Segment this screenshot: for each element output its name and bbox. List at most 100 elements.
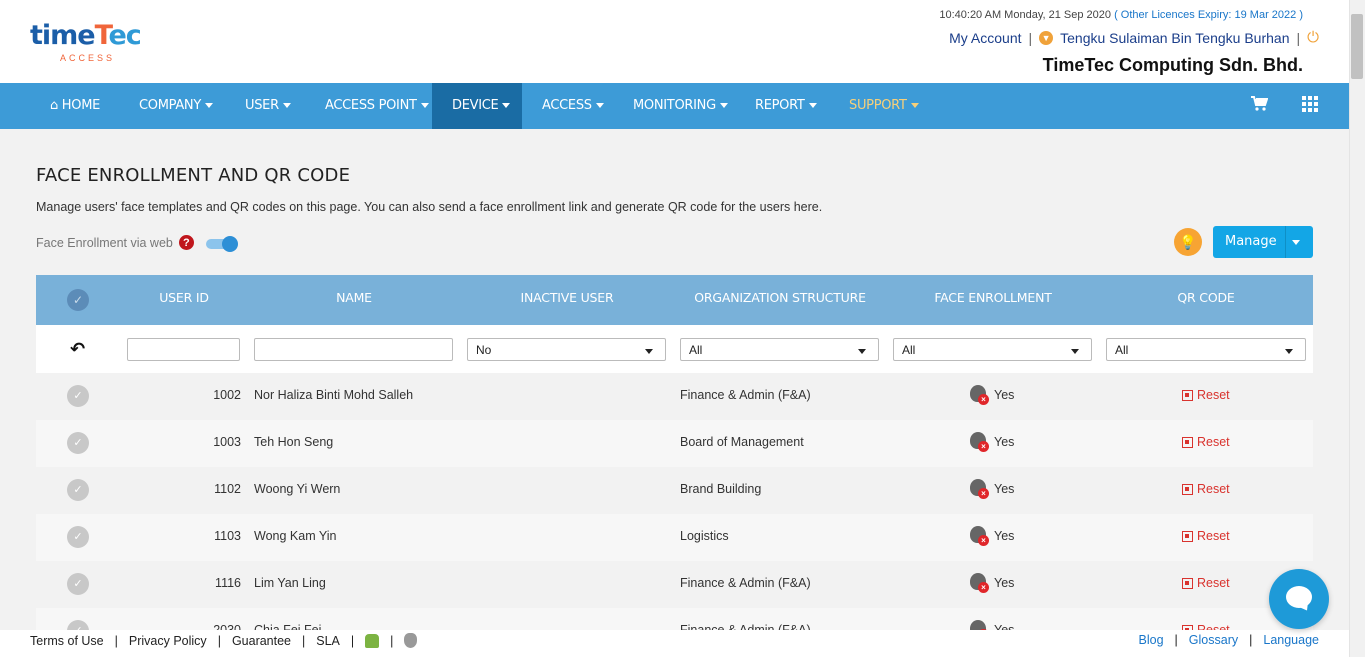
column-header-inactive-user[interactable]: INACTIVE USER — [467, 275, 667, 325]
user-badge-icon: ▼ — [1039, 30, 1054, 45]
user-id-filter-input[interactable] — [127, 338, 240, 361]
help-icon[interactable]: ? — [178, 235, 194, 250]
name-cell: Lim Yan Ling — [254, 576, 326, 590]
page-description: Manage users' face templates and QR code… — [36, 200, 823, 214]
chevron-down-icon — [719, 103, 728, 108]
company-name: TimeTec Computing Sdn. Bhd. — [1042, 55, 1303, 75]
nav-device[interactable]: DEVICE — [432, 83, 522, 129]
sla-link[interactable]: SLA — [316, 634, 340, 648]
qr-code-icon — [1182, 577, 1193, 589]
face-enrollment-cell[interactable]: ×Yes — [970, 432, 1014, 452]
privacy-policy-link[interactable]: Privacy Policy — [129, 634, 207, 648]
reset-filter-undo-icon[interactable]: ↶ — [70, 339, 85, 360]
column-header-face-enrollment[interactable]: FACE ENROLLMENT — [893, 275, 1093, 325]
column-header-user-id[interactable]: USER ID — [128, 275, 240, 325]
row-checkbox[interactable]: ✓ — [67, 479, 89, 501]
scrollbar-thumb[interactable] — [1351, 14, 1363, 79]
qr-code-icon — [1182, 436, 1193, 448]
nav-company[interactable]: COMPANY — [119, 83, 233, 129]
chevron-down-icon — [420, 103, 429, 108]
apple-icon[interactable] — [404, 633, 418, 648]
row-checkbox[interactable]: ✓ — [67, 385, 89, 407]
chevron-down-icon — [282, 103, 291, 108]
main-navbar: ⌂ HOME COMPANY USER ACCESS POINT DEVICE … — [0, 83, 1349, 129]
nav-monitoring[interactable]: MONITORING — [613, 83, 748, 129]
nav-access-point[interactable]: ACCESS POINT — [305, 83, 449, 129]
name-filter-input[interactable] — [254, 338, 453, 361]
cart-icon[interactable] — [1251, 96, 1269, 117]
face-enrollment-cell[interactable]: ×Yes — [970, 385, 1014, 405]
face-delete-icon[interactable]: × — [970, 526, 989, 546]
android-icon[interactable] — [365, 633, 380, 648]
row-checkbox[interactable]: ✓ — [67, 526, 89, 548]
terms-of-use-link[interactable]: Terms of Use — [30, 634, 104, 648]
language-link[interactable]: Language — [1263, 633, 1319, 647]
qr-reset-link[interactable]: Reset — [1182, 435, 1230, 449]
select-all-checkbox[interactable]: ✓ — [67, 289, 89, 311]
column-header-name[interactable]: NAME — [254, 275, 454, 325]
chevron-down-icon — [205, 103, 213, 108]
face-enrollment-web-label: Face Enrollment via web — [36, 235, 173, 250]
nav-support[interactable]: SUPPORT — [829, 83, 939, 129]
manage-dropdown-button[interactable]: Manage — [1213, 226, 1313, 258]
organization-cell: Finance & Admin (F&A) — [680, 576, 811, 590]
face-delete-icon[interactable]: × — [970, 479, 989, 499]
inactive-user-filter-select[interactable]: No — [467, 338, 666, 361]
nav-report[interactable]: REPORT — [735, 83, 837, 129]
qr-reset-link[interactable]: Reset — [1182, 482, 1230, 496]
qr-code-icon — [1182, 530, 1193, 542]
chevron-down-icon — [595, 103, 604, 108]
nav-user[interactable]: USER — [225, 83, 311, 129]
face-enrollment-cell[interactable]: ×Yes — [970, 573, 1014, 593]
face-enrollment-filter-select[interactable]: All — [893, 338, 1092, 361]
user-id-cell: 1116 — [215, 576, 241, 590]
qr-code-filter-select[interactable]: All — [1106, 338, 1306, 361]
user-name-link[interactable]: Tengku Sulaiman Bin Tengku Burhan — [1060, 30, 1289, 46]
logout-power-icon[interactable]: ⏻ — [1307, 29, 1319, 46]
qr-reset-link[interactable]: Reset — [1182, 388, 1230, 402]
face-delete-icon[interactable]: × — [970, 385, 989, 405]
face-enrollment-web-toggle[interactable] — [205, 235, 238, 252]
datetime-licence: 10:40:20 AM Monday, 21 Sep 2020 ( Other … — [939, 9, 1303, 21]
organization-filter-select[interactable]: All — [680, 338, 879, 361]
nav-home[interactable]: ⌂ HOME — [30, 83, 120, 129]
organization-cell: Board of Management — [680, 435, 804, 449]
chat-support-button[interactable] — [1269, 569, 1329, 629]
organization-cell: Finance & Admin (F&A) — [680, 388, 811, 402]
column-header-qr-code[interactable]: QR CODE — [1106, 275, 1306, 325]
qr-reset-link[interactable]: Reset — [1182, 529, 1230, 543]
organization-cell: Logistics — [680, 529, 729, 543]
home-icon: ⌂ — [50, 98, 58, 113]
my-account-link[interactable]: My Account — [949, 30, 1021, 46]
user-id-cell: 1003 — [213, 435, 241, 449]
row-checkbox[interactable]: ✓ — [67, 573, 89, 595]
qr-reset-link[interactable]: Reset — [1182, 576, 1230, 590]
guarantee-link[interactable]: Guarantee — [232, 634, 291, 648]
table-row: ✓ 1103 Wong Kam Yin Logistics × Yes Reset — [36, 514, 1313, 561]
timetec-access-logo[interactable]: timeTec ACCESS — [30, 20, 142, 66]
table-row: ✓ 1002 Nor Haliza Binti Mohd Salleh Fina… — [36, 373, 1313, 420]
qr-code-icon — [1182, 483, 1193, 495]
face-enrollment-web-setting: Face Enrollment via web ? — [36, 235, 238, 252]
face-enrollment-cell[interactable]: ×Yes — [970, 526, 1014, 546]
name-cell: Woong Yi Wern — [254, 482, 341, 496]
glossary-link[interactable]: Glossary — [1189, 633, 1238, 647]
face-enrollment-cell[interactable]: ×Yes — [970, 479, 1014, 499]
face-delete-icon[interactable]: × — [970, 432, 989, 452]
apps-grid-icon[interactable] — [1302, 96, 1318, 117]
blog-link[interactable]: Blog — [1139, 633, 1164, 647]
filter-row: ↶ No All All All — [36, 325, 1313, 373]
row-checkbox[interactable]: ✓ — [67, 432, 89, 454]
table-row: ✓ 1116 Lim Yan Ling Finance & Admin (F&A… — [36, 561, 1313, 608]
user-id-cell: 1102 — [214, 482, 241, 496]
name-cell: Teh Hon Seng — [254, 435, 334, 449]
table-header: ✓ USER ID NAME INACTIVE USER ORGANIZATIO… — [36, 275, 1313, 325]
table-row: ✓ 1102 Woong Yi Wern Brand Building × Yes… — [36, 467, 1313, 514]
column-header-organization[interactable]: ORGANIZATION STRUCTURE — [680, 275, 880, 325]
page-scrollbar[interactable] — [1349, 0, 1365, 657]
account-bar: My Account | ▼ Tengku Sulaiman Bin Tengk… — [949, 29, 1319, 46]
licence-expiry-link[interactable]: ( Other Licences Expiry: 19 Mar 2022 ) — [1114, 9, 1303, 21]
lightbulb-tip-icon[interactable]: 💡 — [1174, 228, 1202, 256]
nav-access[interactable]: ACCESS — [522, 83, 624, 129]
face-delete-icon[interactable]: × — [970, 573, 989, 593]
